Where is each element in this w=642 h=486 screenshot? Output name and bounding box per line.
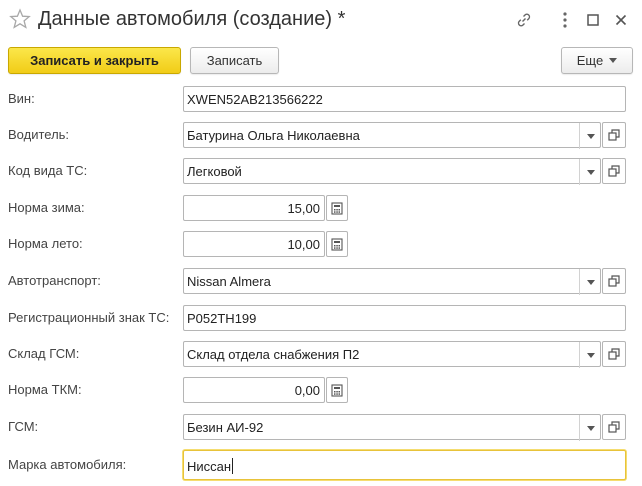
registration-plate-input[interactable]: Р052ТН199 <box>183 305 626 331</box>
vehicle-type-label: Код вида ТС: <box>8 163 88 178</box>
window-title: Данные автомобиля (создание) * <box>38 8 346 30</box>
more-button-label: Еще <box>576 53 604 68</box>
vin-value: XWEN52AB213566222 <box>187 92 323 107</box>
fuel-value: Безин АИ-92 <box>187 420 264 435</box>
car-brand-row: Марка автомобиля: Ниссан <box>0 450 642 480</box>
summer-norm-value: 10,00 <box>287 237 320 252</box>
winter-norm-row: Норма зима: 15,00 <box>0 195 642 221</box>
vehicle-row: Автотранспорт: Nissan Almera <box>0 268 642 295</box>
winter-norm-value: 15,00 <box>287 201 320 216</box>
calculator-icon[interactable] <box>326 195 348 221</box>
fuel-row: ГСМ: Безин АИ-92 <box>0 414 642 441</box>
winter-norm-label: Норма зима: <box>8 200 85 215</box>
summer-norm-label: Норма лето: <box>8 236 83 251</box>
driver-value: Батурина Ольга Николаевна <box>187 128 360 143</box>
more-vertical-icon[interactable] <box>555 10 575 30</box>
open-record-icon[interactable] <box>602 158 626 184</box>
driver-row: Водитель: Батурина Ольга Николаевна <box>0 122 642 149</box>
vehicle-type-value: Легковой <box>187 164 242 179</box>
open-record-icon[interactable] <box>602 414 626 440</box>
tkm-norm-label: Норма ТКМ: <box>8 382 82 397</box>
registration-plate-label: Регистрационный знак ТС: <box>8 310 170 325</box>
calculator-icon[interactable] <box>326 231 348 257</box>
text-caret <box>232 458 234 474</box>
fuel-select[interactable]: Безин АИ-92 <box>183 414 601 441</box>
open-record-icon[interactable] <box>602 268 626 294</box>
link-icon[interactable] <box>514 10 534 30</box>
vin-input[interactable]: XWEN52AB213566222 <box>183 86 626 112</box>
summer-norm-input[interactable]: 10,00 <box>183 231 325 257</box>
car-brand-text: Ниссан <box>187 458 234 474</box>
fuel-warehouse-label: Склад ГСМ: <box>8 346 80 361</box>
car-brand-label: Марка автомобиля: <box>8 457 127 472</box>
vehicle-label: Автотранспорт: <box>8 273 101 288</box>
summer-norm-row: Норма лето: 10,00 <box>0 231 642 257</box>
dropdown-arrow-icon[interactable] <box>579 415 601 441</box>
driver-label: Водитель: <box>8 127 70 142</box>
dropdown-arrow-icon[interactable] <box>579 269 601 295</box>
open-record-icon[interactable] <box>602 122 626 148</box>
save-and-close-button[interactable]: Записать и закрыть <box>8 47 181 74</box>
vin-row: Вин: XWEN52AB213566222 <box>0 86 642 112</box>
tkm-norm-value: 0,00 <box>294 383 320 398</box>
car-brand-value: Ниссан <box>187 459 232 474</box>
chevron-down-icon <box>609 58 618 63</box>
fuel-label: ГСМ: <box>8 419 39 434</box>
dropdown-arrow-icon[interactable] <box>579 159 601 185</box>
maximize-icon[interactable] <box>583 10 603 30</box>
close-icon[interactable] <box>611 10 631 30</box>
winter-norm-input[interactable]: 15,00 <box>183 195 325 221</box>
registration-plate-value: Р052ТН199 <box>187 311 257 326</box>
save-button[interactable]: Записать <box>190 47 279 74</box>
dropdown-arrow-icon[interactable] <box>579 342 601 368</box>
vehicle-type-select[interactable]: Легковой <box>183 158 601 185</box>
fuel-warehouse-select[interactable]: Склад отдела снабжения П2 <box>183 341 601 368</box>
fuel-warehouse-value: Склад отдела снабжения П2 <box>187 347 360 362</box>
calculator-icon[interactable] <box>326 377 348 403</box>
car-brand-input[interactable]: Ниссан <box>183 450 626 480</box>
open-record-icon[interactable] <box>602 341 626 367</box>
registration-plate-row: Регистрационный знак ТС: Р052ТН199 <box>0 305 642 331</box>
fuel-warehouse-row: Склад ГСМ: Склад отдела снабжения П2 <box>0 341 642 368</box>
vehicle-value: Nissan Almera <box>187 274 271 289</box>
tkm-norm-row: Норма ТКМ: 0,00 <box>0 377 642 403</box>
vehicle-select[interactable]: Nissan Almera <box>183 268 601 295</box>
more-button[interactable]: Еще <box>561 47 633 74</box>
vehicle-type-row: Код вида ТС: Легковой <box>0 158 642 185</box>
dropdown-arrow-icon[interactable] <box>579 123 601 149</box>
tkm-norm-input[interactable]: 0,00 <box>183 377 325 403</box>
title-bar: Данные автомобиля (создание) * <box>0 0 642 42</box>
star-icon[interactable] <box>9 8 31 30</box>
vin-label: Вин: <box>8 91 35 106</box>
driver-select[interactable]: Батурина Ольга Николаевна <box>183 122 601 149</box>
